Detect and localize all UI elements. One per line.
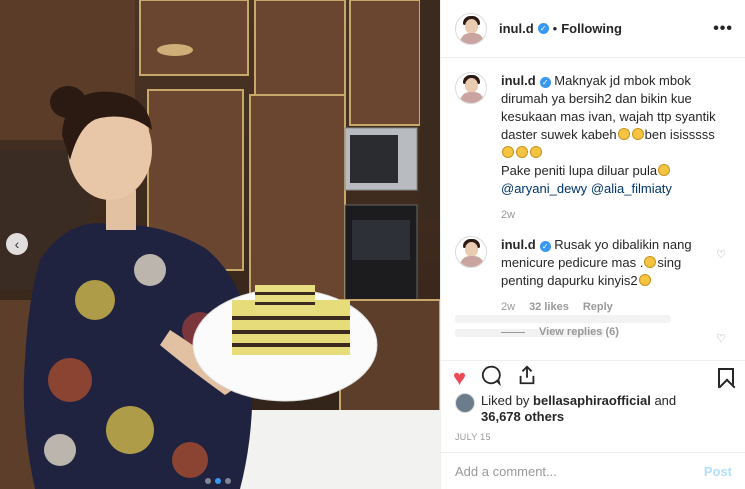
comment-likes[interactable]: 32 likes (529, 298, 569, 316)
liker-avatar[interactable] (455, 393, 475, 413)
reply-button[interactable]: Reply (583, 298, 613, 316)
comments-list[interactable]: inul.d ✓ Maknyak jd mbok mbok dirumah ya … (441, 60, 745, 360)
header-separator: • (552, 21, 558, 36)
comment-age: 2w (501, 301, 516, 313)
caption-text-2: ben isisssss (644, 127, 715, 142)
carousel-prev-button[interactable]: ‹ (6, 233, 28, 255)
carousel-dot-active (215, 478, 221, 484)
comment-item: inul.d ✓ Rusak yo dibalikin nang menicure… (441, 224, 745, 316)
caption-username[interactable]: inul.d (501, 73, 536, 88)
verified-badge-icon: ✓ (539, 77, 551, 88)
verified-badge-icon: ✓ (537, 23, 549, 34)
bookmark-icon[interactable] (718, 367, 734, 388)
add-comment-bar: Post (441, 452, 745, 489)
laughing-emoji-icon (516, 146, 528, 158)
post-photo[interactable]: ‹ (0, 0, 440, 489)
faded-comment (455, 315, 725, 351)
comment-like-heart-icon[interactable]: ♡ (716, 248, 726, 261)
comment-username[interactable]: inul.d (501, 237, 536, 252)
post-button[interactable]: Post (704, 464, 732, 479)
verified-badge-icon: ✓ (539, 241, 551, 252)
mention-link[interactable]: @aryani_dewy (501, 181, 587, 196)
more-options-icon[interactable]: ••• (713, 20, 733, 38)
carousel-dot (225, 478, 231, 484)
laughing-emoji-icon (638, 274, 651, 286)
heart-filled-icon[interactable]: ♥ (453, 365, 466, 391)
likes-prefix: Liked by (481, 393, 530, 408)
likes-count[interactable]: 36,678 others (481, 409, 564, 424)
caption-age: 2w (501, 209, 516, 221)
comment-like-heart-icon[interactable]: ♡ (716, 332, 726, 345)
avatar[interactable] (455, 236, 487, 268)
share-icon[interactable] (516, 364, 538, 392)
comment-icon[interactable] (480, 364, 502, 392)
laughing-emoji-icon (644, 256, 657, 268)
photo-illustration (0, 0, 440, 489)
post-header: inul.d ✓ • Following ••• (441, 0, 745, 58)
caption-text-3: Pake peniti lupa diluar pula (501, 163, 658, 178)
header-username[interactable]: inul.d (499, 21, 534, 36)
add-comment-input[interactable] (455, 463, 685, 479)
laughing-emoji-icon (658, 164, 671, 176)
laughing-emoji-icon (530, 146, 542, 158)
laughing-emoji-icon (617, 128, 630, 140)
caption: inul.d ✓ Maknyak jd mbok mbok dirumah ya … (441, 60, 745, 224)
avatar[interactable] (455, 72, 487, 104)
liker-username[interactable]: bellasaphiraofficial (533, 393, 651, 408)
avatar[interactable] (455, 12, 487, 45)
post-actions-bar: ♥ (441, 360, 745, 394)
carousel-dots (205, 478, 231, 484)
post-date[interactable]: JULY 15 (455, 432, 491, 442)
post-side-panel: inul.d ✓ • Following ••• inul.d ✓ Maknyak… (440, 0, 745, 489)
laughing-emoji-icon (631, 128, 644, 140)
following-button[interactable]: Following (561, 21, 622, 36)
likes-summary: Liked by bellasaphiraofficial and 36,678… (455, 393, 735, 425)
laughing-emoji-icon (502, 146, 514, 158)
mention-link[interactable]: @alia_filmiaty (591, 181, 672, 196)
carousel-dot (205, 478, 211, 484)
likes-and: and (654, 393, 677, 408)
